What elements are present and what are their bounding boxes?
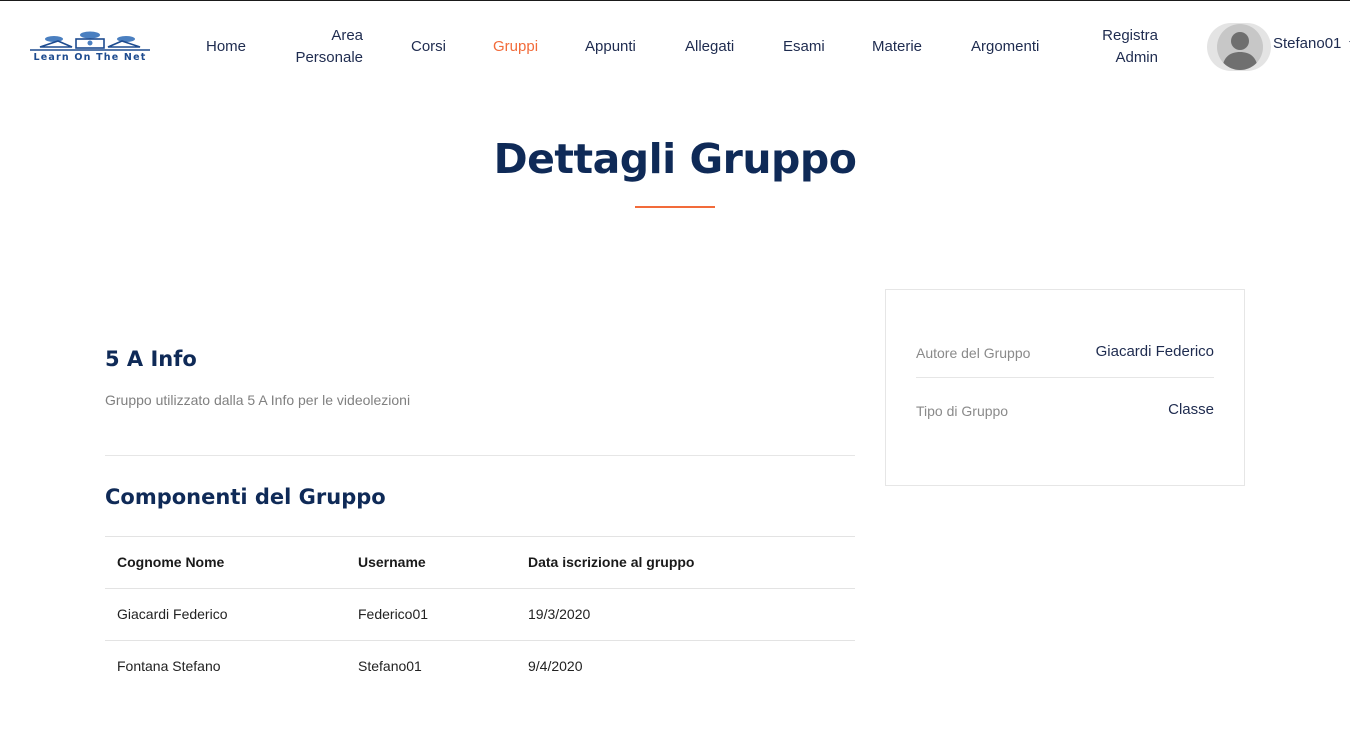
- table-row: Fontana Stefano Stefano01 9/4/2020: [105, 640, 855, 692]
- avatar-circle: [1217, 24, 1263, 70]
- nav-item-home[interactable]: Home: [206, 36, 246, 58]
- nav-item-materie[interactable]: Materie: [872, 36, 922, 58]
- nav-item-gruppi[interactable]: Gruppi: [493, 36, 538, 58]
- member-username: Stefano01: [358, 658, 422, 674]
- table-header-row: Cognome Nome Username Data iscrizione al…: [105, 536, 855, 588]
- member-name: Giacardi Federico: [117, 606, 228, 622]
- group-name: 5 A Info: [105, 347, 197, 371]
- table-row: Giacardi Federico Federico01 19/3/2020: [105, 588, 855, 640]
- section-divider: [105, 455, 855, 456]
- page-title: Dettagli Gruppo: [493, 135, 857, 183]
- type-label: Tipo di Gruppo: [916, 403, 1009, 419]
- nav-item-label-line1: Registra: [1102, 27, 1158, 44]
- user-silhouette-icon: [1222, 32, 1258, 70]
- column-header-username: Username: [358, 554, 426, 570]
- nav-item-argomenti[interactable]: Argomenti: [971, 36, 1039, 58]
- nav-item-area-personale[interactable]: Area Personale: [290, 25, 363, 69]
- column-header-date: Data iscrizione al gruppo: [528, 554, 695, 570]
- member-username: Federico01: [358, 606, 429, 622]
- site-logo[interactable]: Learn On The Net: [20, 31, 160, 63]
- site-header: Learn On The Net Home Area Personale Cor…: [0, 1, 1350, 91]
- user-avatar[interactable]: [1207, 23, 1271, 71]
- nav-item-label-line1: Area: [331, 27, 363, 44]
- nav-item-label-line2: Admin: [1115, 49, 1158, 66]
- member-name: Fontana Stefano: [117, 658, 221, 674]
- group-info-box: Autore del Gruppo Giacardi Federico Tipo…: [885, 289, 1245, 486]
- title-underline: [635, 206, 715, 208]
- nav-item-appunti[interactable]: Appunti: [585, 36, 636, 58]
- type-value: Classe: [1168, 401, 1214, 418]
- user-name: Stefano01: [1273, 35, 1342, 52]
- nav-item-label-line2: Personale: [295, 49, 363, 66]
- nav-item-corsi[interactable]: Corsi: [411, 36, 446, 58]
- group-description: Gruppo utilizzato dalla 5 A Info per le …: [105, 392, 411, 408]
- author-label: Autore del Gruppo: [916, 345, 1031, 361]
- logo-text: Learn On The Net: [33, 52, 147, 63]
- members-title: Componenti del Gruppo: [105, 485, 386, 509]
- member-join-date: 9/4/2020: [528, 658, 583, 674]
- user-menu[interactable]: Stefano01: [1273, 35, 1350, 52]
- member-join-date: 19/3/2020: [528, 606, 591, 622]
- nav-item-registra-admin[interactable]: Registra Admin: [1090, 25, 1158, 69]
- logo-graphic-icon: [30, 31, 150, 51]
- members-table: Cognome Nome Username Data iscrizione al…: [105, 536, 855, 692]
- author-value: Giacardi Federico: [1095, 343, 1214, 360]
- info-divider: [916, 377, 1214, 378]
- nav-item-allegati[interactable]: Allegati: [685, 36, 734, 58]
- nav-item-esami[interactable]: Esami: [783, 36, 825, 58]
- column-header-name: Cognome Nome: [117, 554, 225, 570]
